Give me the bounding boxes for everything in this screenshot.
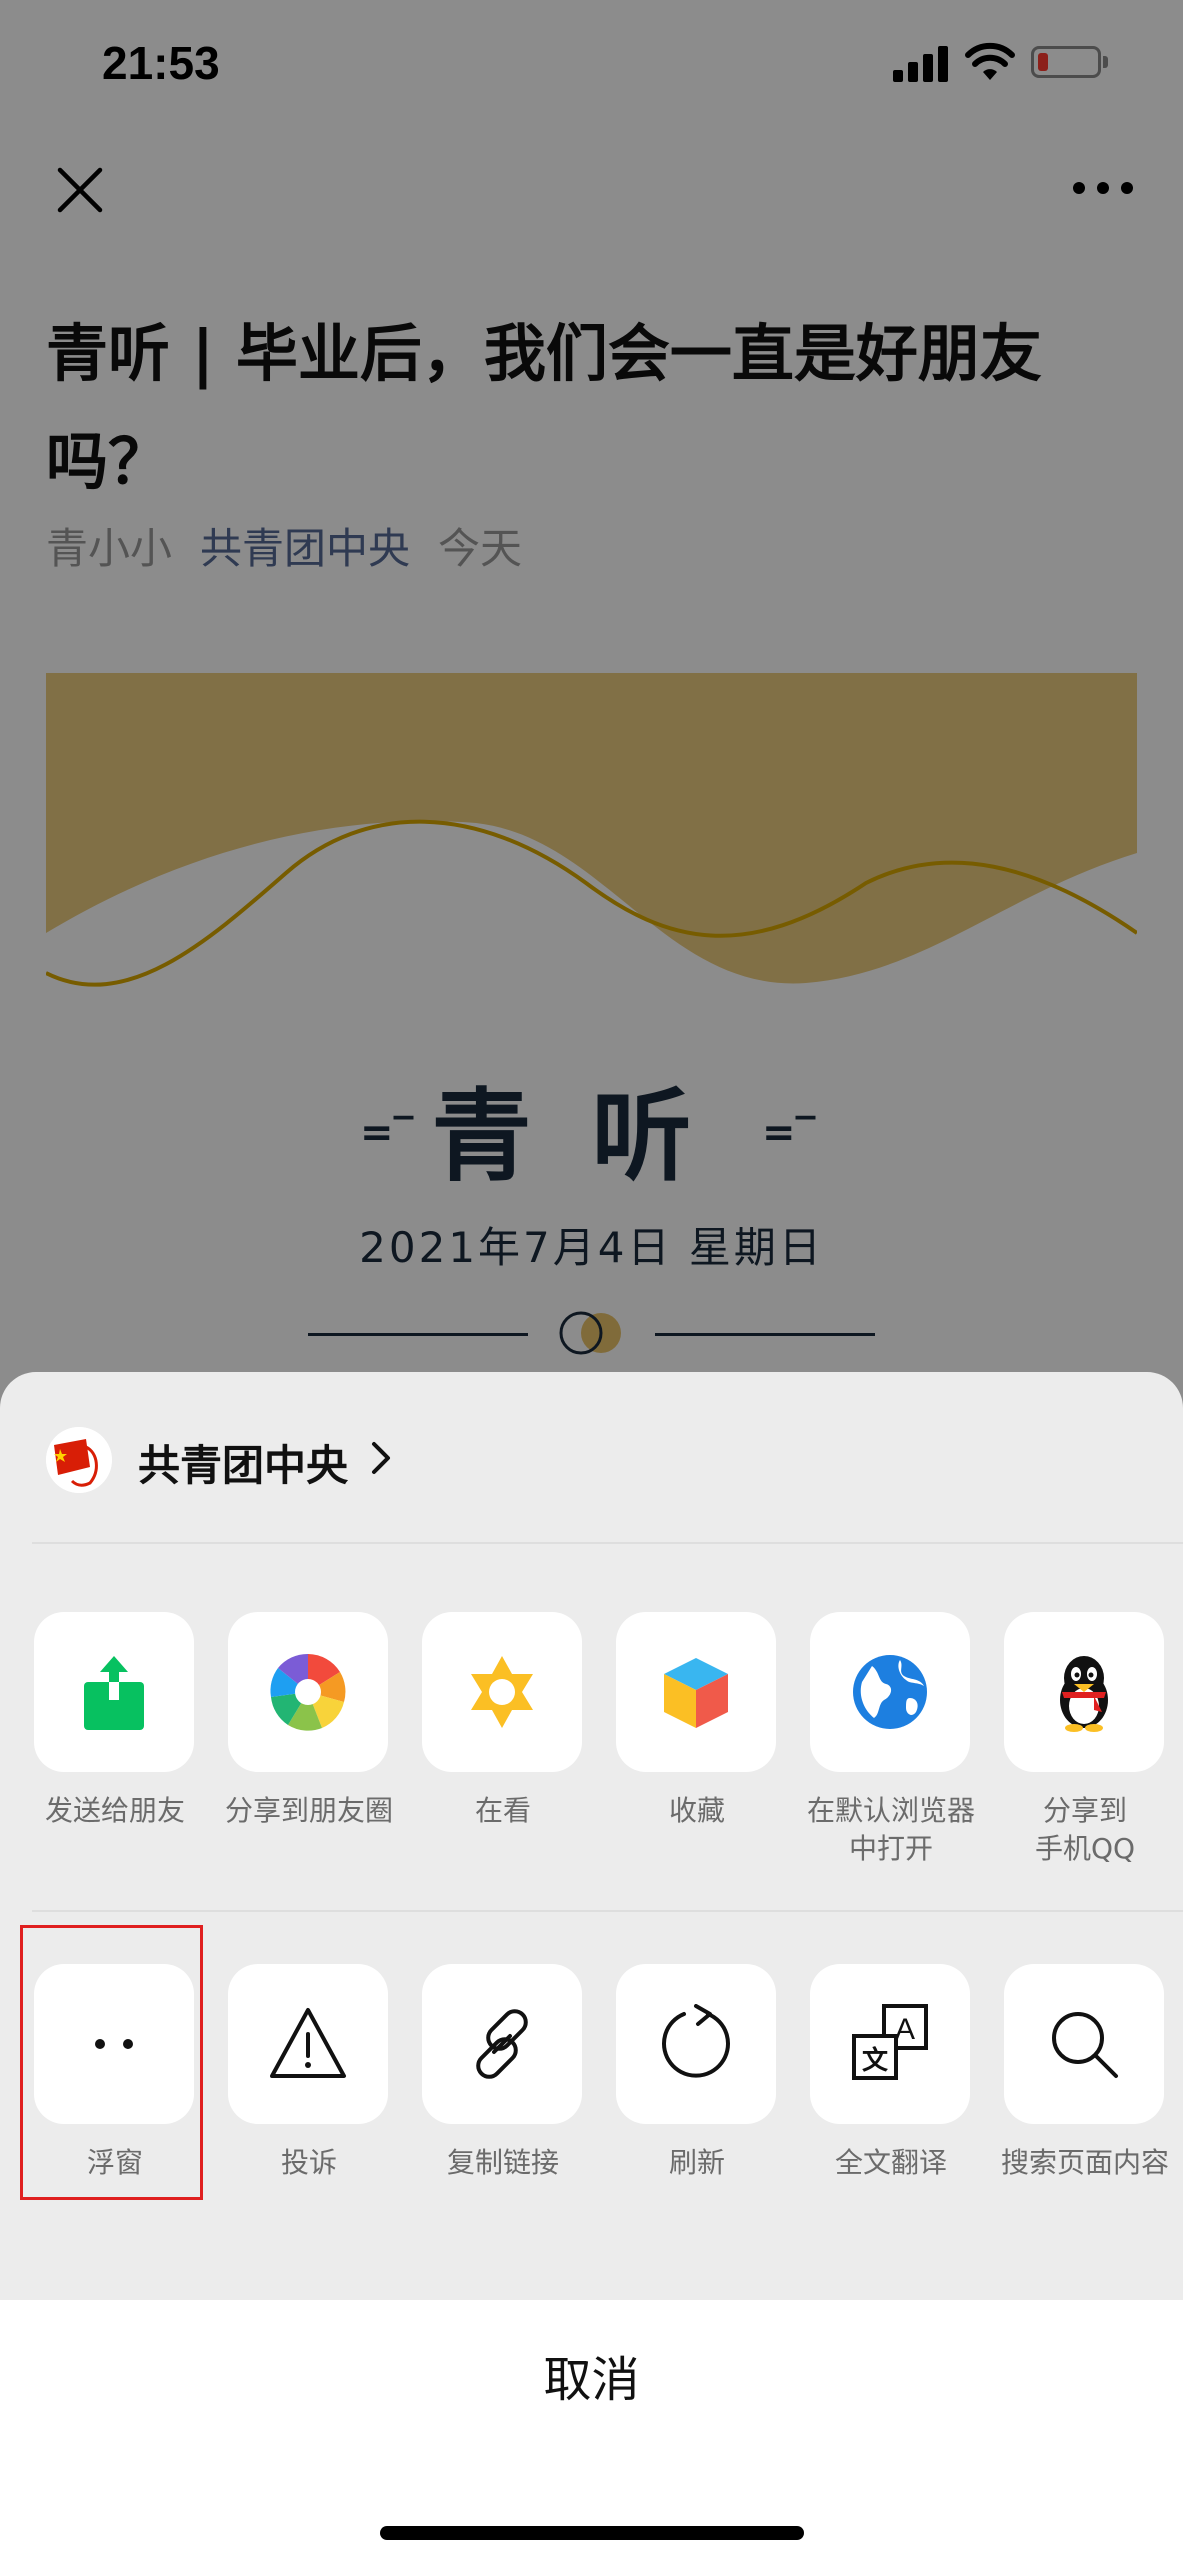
search-icon	[1052, 2012, 1118, 2078]
youth-league-logo-icon	[46, 1427, 112, 1493]
action-label: 刷新	[668, 2146, 725, 2179]
action-open-in-browser[interactable]: 在默认浏览器 中打开	[794, 1612, 988, 1872]
action-favorite[interactable]: 收藏	[600, 1612, 794, 1872]
action-label: 搜索页面内容	[1000, 2146, 1169, 2179]
link-icon	[476, 2009, 528, 2079]
action-label: 投诉	[280, 2146, 337, 2179]
warning-icon	[270, 2008, 346, 2078]
action-label: 在看	[474, 1794, 531, 1827]
wow-tile[interactable]	[422, 1612, 582, 1772]
action-label: 在默认浏览器 中打开	[806, 1794, 975, 1865]
favorite-tile[interactable]	[616, 1612, 776, 1772]
sheet-account-header[interactable]: 共青团中央	[0, 1372, 1183, 1542]
sheet-divider	[32, 1910, 1183, 1912]
action-label: 发送给朋友	[44, 1794, 185, 1827]
browser-tile[interactable]	[810, 1612, 970, 1772]
moments-tile[interactable]	[228, 1612, 388, 1772]
share-actions-row: 发送给朋友 分享到朋友圈 在看 收藏 在默认浏览器 中打开 分享到 手机QQ	[0, 1612, 1183, 1872]
sheet-divider	[32, 1542, 1183, 1544]
chevron-right-icon	[372, 1442, 390, 1474]
sheet-account-name: 共青团中央	[138, 1441, 349, 1490]
action-search-page[interactable]: 搜索页面内容	[988, 1964, 1182, 2224]
copy-link-tile[interactable]	[422, 1964, 582, 2124]
action-label: 全文翻译	[834, 2146, 947, 2179]
action-label: 收藏	[668, 1794, 725, 1827]
qq-tile[interactable]	[1004, 1612, 1164, 1772]
refresh-icon	[662, 2004, 730, 2078]
report-tile[interactable]	[228, 1964, 388, 2124]
qq-penguin-icon	[1060, 1656, 1108, 1732]
cancel-area: 取消	[0, 2300, 1183, 2560]
favorite-cube-icon	[664, 1658, 728, 1728]
home-indicator	[380, 2526, 804, 2540]
action-label: 分享到 手机QQ	[1034, 1794, 1136, 1865]
refresh-tile[interactable]	[616, 1964, 776, 2124]
action-share-moments[interactable]: 分享到朋友圈	[212, 1612, 406, 1872]
action-report[interactable]: 投诉	[212, 1964, 406, 2224]
action-refresh[interactable]: 刷新	[600, 1964, 794, 2224]
wow-icon	[471, 1656, 533, 1728]
moments-icon	[270, 1653, 346, 1731]
action-wow[interactable]: 在看	[406, 1612, 600, 1872]
account-avatar	[46, 1427, 112, 1493]
cancel-button[interactable]: 取消	[0, 2300, 1183, 2460]
browser-globe-icon	[853, 1655, 927, 1729]
translate-icon: A 文	[852, 2004, 928, 2080]
action-label: 复制链接	[446, 2146, 559, 2179]
send-to-friend-icon	[84, 1656, 144, 1730]
action-share-qq[interactable]: 分享到 手机QQ	[988, 1612, 1182, 1872]
action-copy-link[interactable]: 复制链接	[406, 1964, 600, 2224]
translate-tile[interactable]: A 文	[810, 1964, 970, 2124]
svg-text:文: 文	[862, 2045, 889, 2076]
action-send-to-friend[interactable]: 发送给朋友	[18, 1612, 212, 1872]
highlight-box	[20, 1925, 203, 2200]
action-label: 分享到朋友圈	[224, 1794, 393, 1827]
action-translate[interactable]: A 文 全文翻译	[794, 1964, 988, 2224]
send-to-friend-tile[interactable]	[34, 1612, 194, 1772]
search-page-tile[interactable]	[1004, 1964, 1164, 2124]
